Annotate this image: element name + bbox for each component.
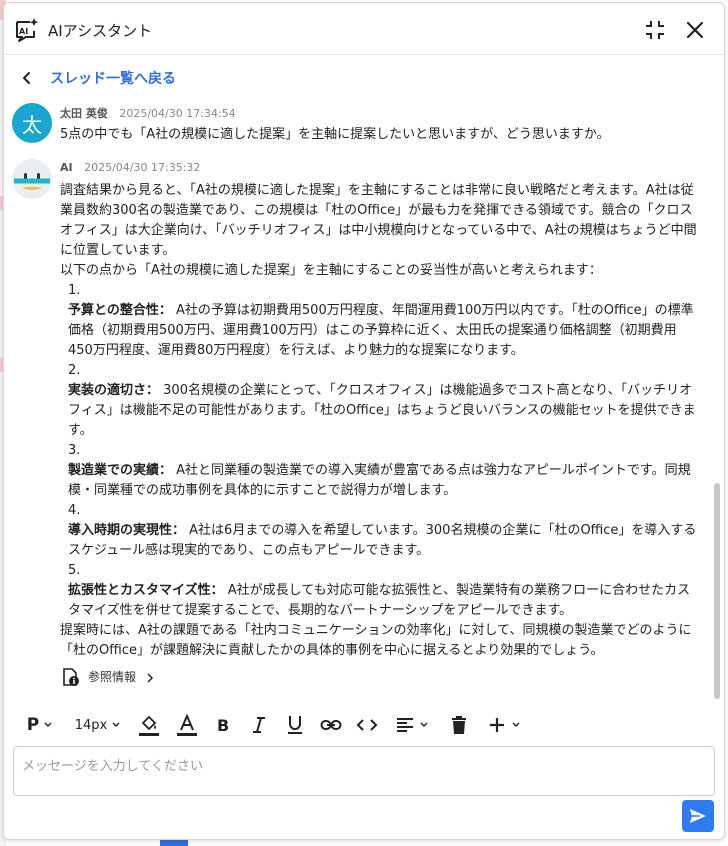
- ai-avatar-icon: [12, 159, 52, 199]
- send-button[interactable]: [682, 800, 714, 832]
- underline-icon[interactable]: [282, 713, 308, 737]
- text-color-icon[interactable]: [174, 713, 200, 737]
- point-title: 実装の適切さ：: [68, 383, 160, 398]
- panel-header: AI AIアシスタント: [4, 3, 724, 55]
- point-title: 製造業での実績：: [68, 463, 173, 478]
- sender-name: 太田 英俊: [60, 107, 108, 120]
- chevron-right-icon: [144, 671, 156, 683]
- message-timestamp: 2025/04/30 17:35:32: [84, 161, 201, 174]
- italic-icon[interactable]: [246, 713, 272, 737]
- message-text: 調査結果から見ると、「A社の規模に適した提案」を主軸にすることは非常に良い戦略だ…: [60, 181, 700, 687]
- point-title: 導入時期の実現性：: [68, 523, 186, 538]
- chevron-down-icon: [44, 722, 52, 727]
- list-text: 実装の適切さ： 300名規模の企業にとって、「クロスオフィス」は機能過多でコスト…: [64, 381, 700, 441]
- ai-closing: 提案時には、A社の課題である「社内コミュニケーションの効率化」に対して、同規模の…: [60, 623, 692, 658]
- message-meta: AI 2025/04/30 17:35:32: [60, 161, 200, 174]
- link-icon[interactable]: [318, 713, 344, 737]
- message-input-box: [13, 746, 715, 796]
- list-text: 製造業での実績： A社と同業種の製造業での導入実績が豊富である点は強力なアピール…: [64, 461, 700, 501]
- point-title: 予算との整合性：: [68, 303, 172, 318]
- document-info-icon: [60, 667, 80, 687]
- panel-title: AIアシスタント: [48, 22, 153, 40]
- ai-intro: 調査結果から見ると、「A社の規模に適した提案」を主軸にすることは非常に良い戦略だ…: [60, 183, 697, 258]
- paragraph-format-button[interactable]: P: [20, 713, 60, 737]
- list-item: 1. 予算との整合性： A社の予算は初期費用500万円程度、年間運用費100万円…: [60, 281, 700, 361]
- ai-assistant-panel: AI AIアシスタント スレッド一覧へ戻る 太 太田 英俊 2025/04/30…: [3, 2, 725, 840]
- list-text: 予算との整合性： A社の予算は初期費用500万円程度、年間運用費100万円以内で…: [64, 301, 700, 361]
- font-size-button[interactable]: 14px: [72, 713, 124, 737]
- message-text: 5点の中でも「A社の規模に適した提案」を主軸に提案したいと思いますが、どう思いま…: [60, 127, 610, 142]
- avatar: 太: [12, 103, 52, 143]
- send-icon: [690, 809, 706, 823]
- align-icon: [397, 718, 413, 732]
- list-item: 4. 導入時期の実現性： A社は6月までの導入を希望しています。300名規模の企…: [60, 501, 700, 561]
- code-icon[interactable]: [354, 713, 380, 737]
- reference-info-link[interactable]: 参照情報: [60, 667, 700, 687]
- message-list: 太 太田 英俊 2025/04/30 17:34:54 5点の中でも「A社の規模…: [4, 99, 716, 695]
- svg-text:AI: AI: [19, 27, 28, 36]
- message-input[interactable]: [14, 747, 714, 795]
- message-user: 太 太田 英俊 2025/04/30 17:34:54 5点の中でも「A社の規模…: [12, 103, 702, 151]
- reference-label: 参照情報: [88, 670, 137, 684]
- message-scrollbar[interactable]: [714, 483, 720, 699]
- trash-icon[interactable]: [446, 713, 472, 737]
- list-item: 5. 拡張性とカスタマイズ性： A社が成長しても対応可能な拡張性と、製造業特有の…: [60, 561, 700, 621]
- list-text: 拡張性とカスタマイズ性： A社が成長しても対応可能な拡張性と、製造業特有の業務フ…: [64, 581, 700, 621]
- list-number: 2.: [68, 363, 81, 378]
- list-number: 3.: [68, 443, 81, 458]
- chevron-down-icon: [420, 722, 428, 727]
- sender-name: AI: [60, 161, 73, 174]
- list-text: 導入時期の実現性： A社は6月までの導入を希望しています。300名規模の企業に「…: [64, 521, 700, 561]
- align-button[interactable]: [390, 713, 434, 737]
- list-item: 2. 実装の適切さ： 300名規模の企業にとって、「クロスオフィス」は機能過多で…: [60, 361, 700, 441]
- back-link-label: スレッド一覧へ戻る: [50, 71, 176, 87]
- list-number: 4.: [68, 503, 81, 518]
- ai-lead: 以下の点から「A社の規模に適した提案」を主軸にすることの妥当性が高いと考えられま…: [60, 263, 602, 278]
- editor-toolbar: P 14px B: [4, 707, 724, 743]
- point-text: 300名規模の企業にとって、「クロスオフィス」は機能過多でコスト高となり、「バッ…: [68, 383, 696, 438]
- collapse-icon[interactable]: [642, 17, 668, 43]
- message-timestamp: 2025/04/30 17:34:54: [119, 107, 236, 120]
- ai-sparkle-icon: AI: [14, 17, 40, 43]
- svg-text:B: B: [217, 716, 229, 735]
- chevron-down-icon: [512, 722, 520, 727]
- paragraph-icon: P: [26, 715, 40, 735]
- close-icon[interactable]: [682, 17, 708, 43]
- bold-icon[interactable]: B: [210, 713, 236, 737]
- font-size-icon: 14px: [74, 717, 108, 733]
- point-title: 拡張性とカスタマイズ性：: [68, 583, 224, 598]
- list-number: 1.: [68, 283, 81, 298]
- list-item: 3. 製造業での実績： A社と同業種の製造業での導入実績が豊富である点は強力なア…: [60, 441, 700, 501]
- chevron-down-icon: [112, 722, 120, 727]
- plus-icon: [490, 718, 504, 732]
- message-meta: 太田 英俊 2025/04/30 17:34:54: [60, 105, 236, 121]
- back-to-threads-link[interactable]: スレッド一覧へ戻る: [18, 67, 176, 89]
- chevron-left-icon: [18, 69, 36, 87]
- insert-button[interactable]: [482, 713, 526, 737]
- fill-color-icon[interactable]: [136, 713, 162, 737]
- list-number: 5.: [68, 563, 81, 578]
